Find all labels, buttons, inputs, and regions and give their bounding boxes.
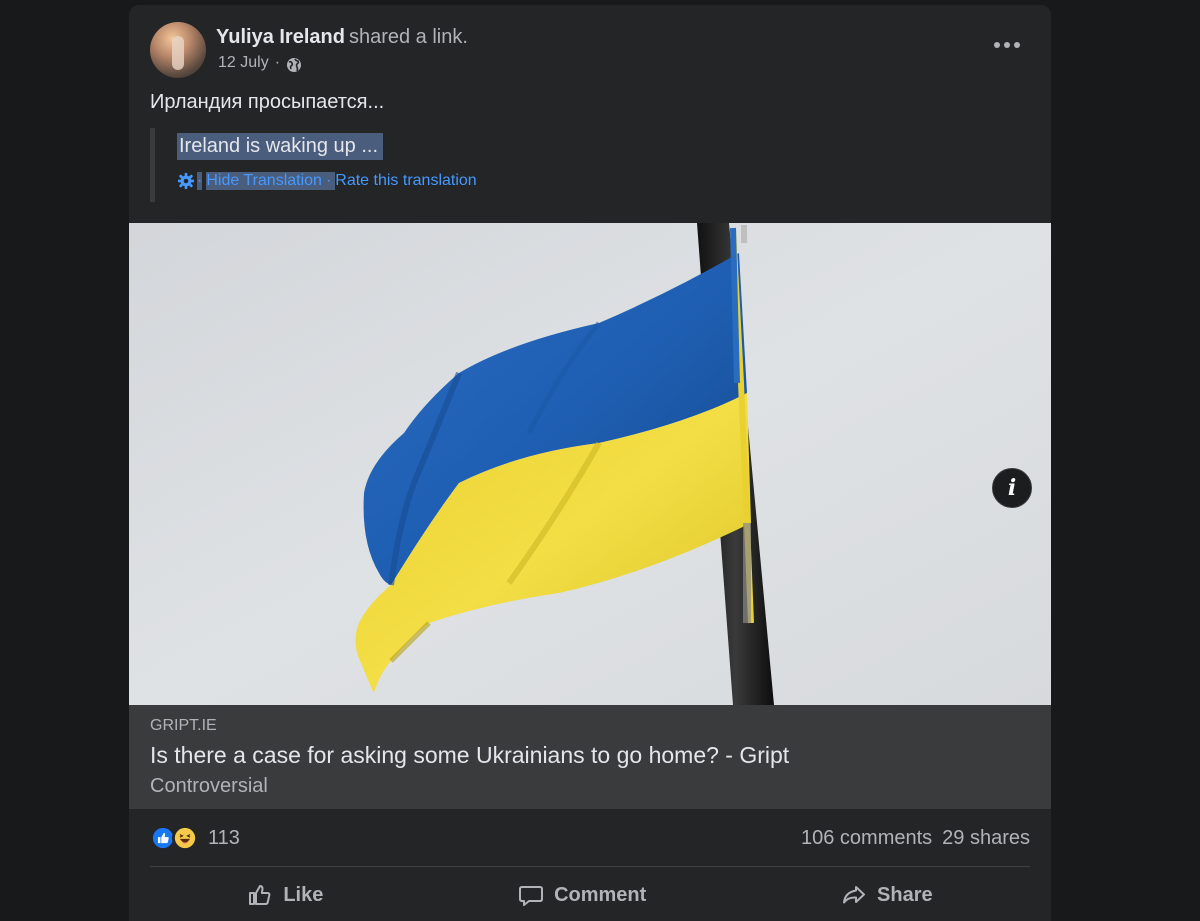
dot-icon [1014, 42, 1020, 48]
share-arrow-icon [843, 886, 866, 904]
post-card: Yuliya Ireland shared a link. 12 July · И… [129, 5, 1051, 921]
shared-link-label: shared a link. [348, 26, 468, 48]
dot-icon [1004, 42, 1010, 48]
engagement-stats: 106 comments 29 shares [801, 827, 1030, 850]
comment-label: Comment [554, 883, 647, 906]
actions-divider [150, 866, 1030, 867]
gear-icon [177, 172, 195, 190]
dot-icon [994, 42, 1000, 48]
shares-count[interactable]: 29 shares [942, 827, 1030, 850]
like-label: Like [283, 883, 324, 906]
like-button[interactable]: Like [217, 882, 353, 908]
link-domain: GRIPT.IE [150, 717, 217, 734]
globe-icon [287, 58, 302, 72]
translation-separator: · [321, 172, 336, 190]
link-title[interactable]: Is there a case for asking some Ukrainia… [150, 742, 1030, 769]
engagement-row: 113 106 comments 29 shares [150, 823, 1030, 853]
share-button[interactable]: Share [811, 882, 963, 908]
post-date[interactable]: 12 July [218, 54, 269, 72]
translation-block: Ireland is waking up ... · Hide Translat… [150, 128, 550, 202]
post-header: Yuliya Ireland shared a link. [216, 26, 468, 49]
thumbs-up-icon [249, 885, 271, 905]
comment-icon [519, 886, 544, 906]
rate-translation-link[interactable]: Rate this translation [335, 172, 476, 190]
link-subtitle: Controversial [150, 775, 268, 797]
info-button[interactable]: i [992, 468, 1032, 508]
link-preview[interactable]: GRIPT.IE Is there a case for asking some… [129, 705, 1051, 809]
post-actions: Like Comment Share [150, 873, 1030, 917]
comment-button[interactable]: Comment [488, 882, 676, 908]
reactions-summary[interactable]: 113 [150, 825, 240, 851]
more-options-button[interactable] [989, 35, 1025, 55]
translation-separator: · [197, 172, 203, 190]
comments-count[interactable]: 106 comments [801, 827, 932, 850]
post-text: Ирландия просыпается... [150, 91, 385, 113]
share-label: Share [877, 883, 933, 906]
hide-translation-link[interactable]: Hide Translation [206, 172, 322, 190]
ukraine-flag-photo [129, 223, 1051, 705]
translated-text: Ireland is waking up ... [177, 133, 383, 160]
reaction-count: 113 [208, 826, 240, 849]
post-meta: 12 July · [218, 53, 302, 73]
author-name[interactable]: Yuliya Ireland [216, 26, 345, 48]
link-preview-image[interactable] [129, 223, 1051, 705]
meta-separator: · [274, 54, 281, 71]
translation-actions: · Hide Translation · Rate this translati… [177, 172, 550, 190]
haha-reaction-icon [172, 825, 198, 851]
author-avatar[interactable] [150, 22, 206, 78]
